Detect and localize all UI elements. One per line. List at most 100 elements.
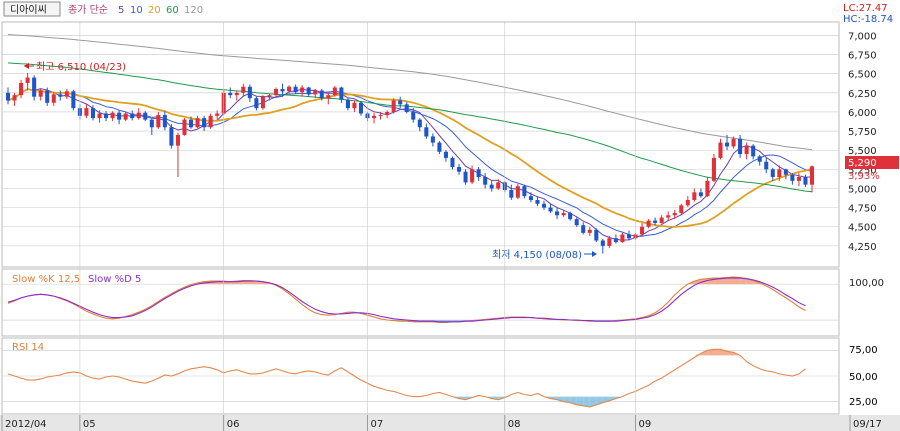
candle-body [241,86,246,93]
candle-body [640,226,645,235]
price-ytick-label: 4,750 [848,204,877,215]
candle-body [293,86,298,93]
candle-body [515,186,520,198]
rsi-ytick-75: 75,00 [849,345,878,356]
rsi-overbought-fill [713,349,721,356]
candle-body [803,177,808,185]
candle-body [208,115,213,128]
candle-body [202,118,207,128]
candle-body [672,212,677,216]
stoch-k-legend: Slow %K 12,5 [12,274,80,285]
candle-body [679,205,684,213]
price-panel-frame [1,21,840,268]
candle-body [71,91,76,109]
candle-body [372,115,377,119]
candle-body [398,100,403,105]
candle-body [528,196,533,200]
candle-body [744,145,749,155]
candle-body [790,174,795,181]
candle-body [751,145,756,157]
candle-body [600,240,605,246]
price-ytick-label: 5,000 [848,184,877,195]
candle-body [685,199,690,206]
candle-body [19,82,24,96]
candle-body [339,87,344,100]
candle-body [692,192,697,200]
high-annotation: 최고 6,510 (04/23) [24,61,126,73]
candle-body [162,115,167,128]
x-tick-label: 09/17 [853,419,882,430]
rsi-panel: RSI 14 75,00 50,00 25,00 [1,337,878,415]
candle-body [247,86,252,99]
candle-body [430,136,435,143]
candle-body [110,112,115,119]
candle-body [698,192,703,197]
candle-body [188,119,194,128]
x-tick-label: 06 [227,419,240,430]
candle-body [666,215,671,218]
candle-body [620,234,625,243]
rsi-legend: RSI 14 [12,342,44,353]
ma-prefix-label: 종가 단순 [68,4,108,16]
price-panel: 4,2504,5004,7505,0005,2505,5005,7506,000… [1,21,899,268]
candle-body [770,169,775,178]
candle-body [659,217,664,223]
x-tick-label: 08 [508,419,521,430]
candle-body [267,95,272,97]
candle-body [443,151,448,158]
candle-body [404,104,409,112]
stoch-ytick-100: 100,00 [849,278,884,289]
candle-body [489,184,494,189]
candle-body [280,89,285,92]
candle-body [313,90,318,95]
high-label: 최고 6,510 (04/23) [36,61,126,73]
candle-body [535,199,540,204]
candle-body [117,112,122,120]
hc-readout: HC:-18.74 [843,14,893,25]
x-tick-label: 05 [83,419,96,430]
candle-body [195,118,200,128]
ma-period-60: 60 [166,5,179,16]
candle-body [424,127,429,137]
candle-body [332,87,337,96]
rsi-ytick-25: 25,00 [849,397,878,408]
candle-body [84,108,89,116]
candle-body [456,167,462,172]
lc-readout: LC:27.47 [843,3,888,14]
low-annotation: 최저 4,150 (08/08) [492,249,597,261]
change-label: 3,93% [848,171,880,182]
candle-body [64,91,69,97]
ma-period-10: 10 [130,5,143,16]
candle-body [5,92,11,101]
candle-body [646,220,651,227]
candle-body [809,166,815,185]
candle-body [796,177,801,181]
candle-body [156,115,161,128]
candle-body [287,86,292,92]
candle-body [385,111,390,116]
candle-body [143,112,148,120]
candle-body [306,87,311,95]
candle-body [228,92,233,96]
x-tick-label: 07 [371,419,384,430]
candle-body [437,142,442,152]
candle-body [175,134,180,146]
candle-body [574,219,579,226]
candle-body [90,108,96,119]
candle-body [626,234,632,239]
candle-body [450,157,455,168]
candle-body [182,119,187,135]
stock-chart: 디아이씨 종가 단순 5 10 20 60 120 LC:27.47 HC:-1… [0,1,900,431]
price-ytick-label: 6,000 [848,108,877,119]
stoch-d-legend: Slow %D 5 [88,274,141,285]
price-ytick-label: 6,250 [848,89,877,100]
candle-body [541,203,547,208]
candle-body [391,100,396,112]
candle-body [731,138,736,147]
candle-body [724,142,730,147]
candle-body [149,119,154,128]
last-price-label: 5,290 [848,158,877,169]
candle-body [326,95,331,99]
candle-body [12,95,17,101]
candle-body [130,113,135,119]
